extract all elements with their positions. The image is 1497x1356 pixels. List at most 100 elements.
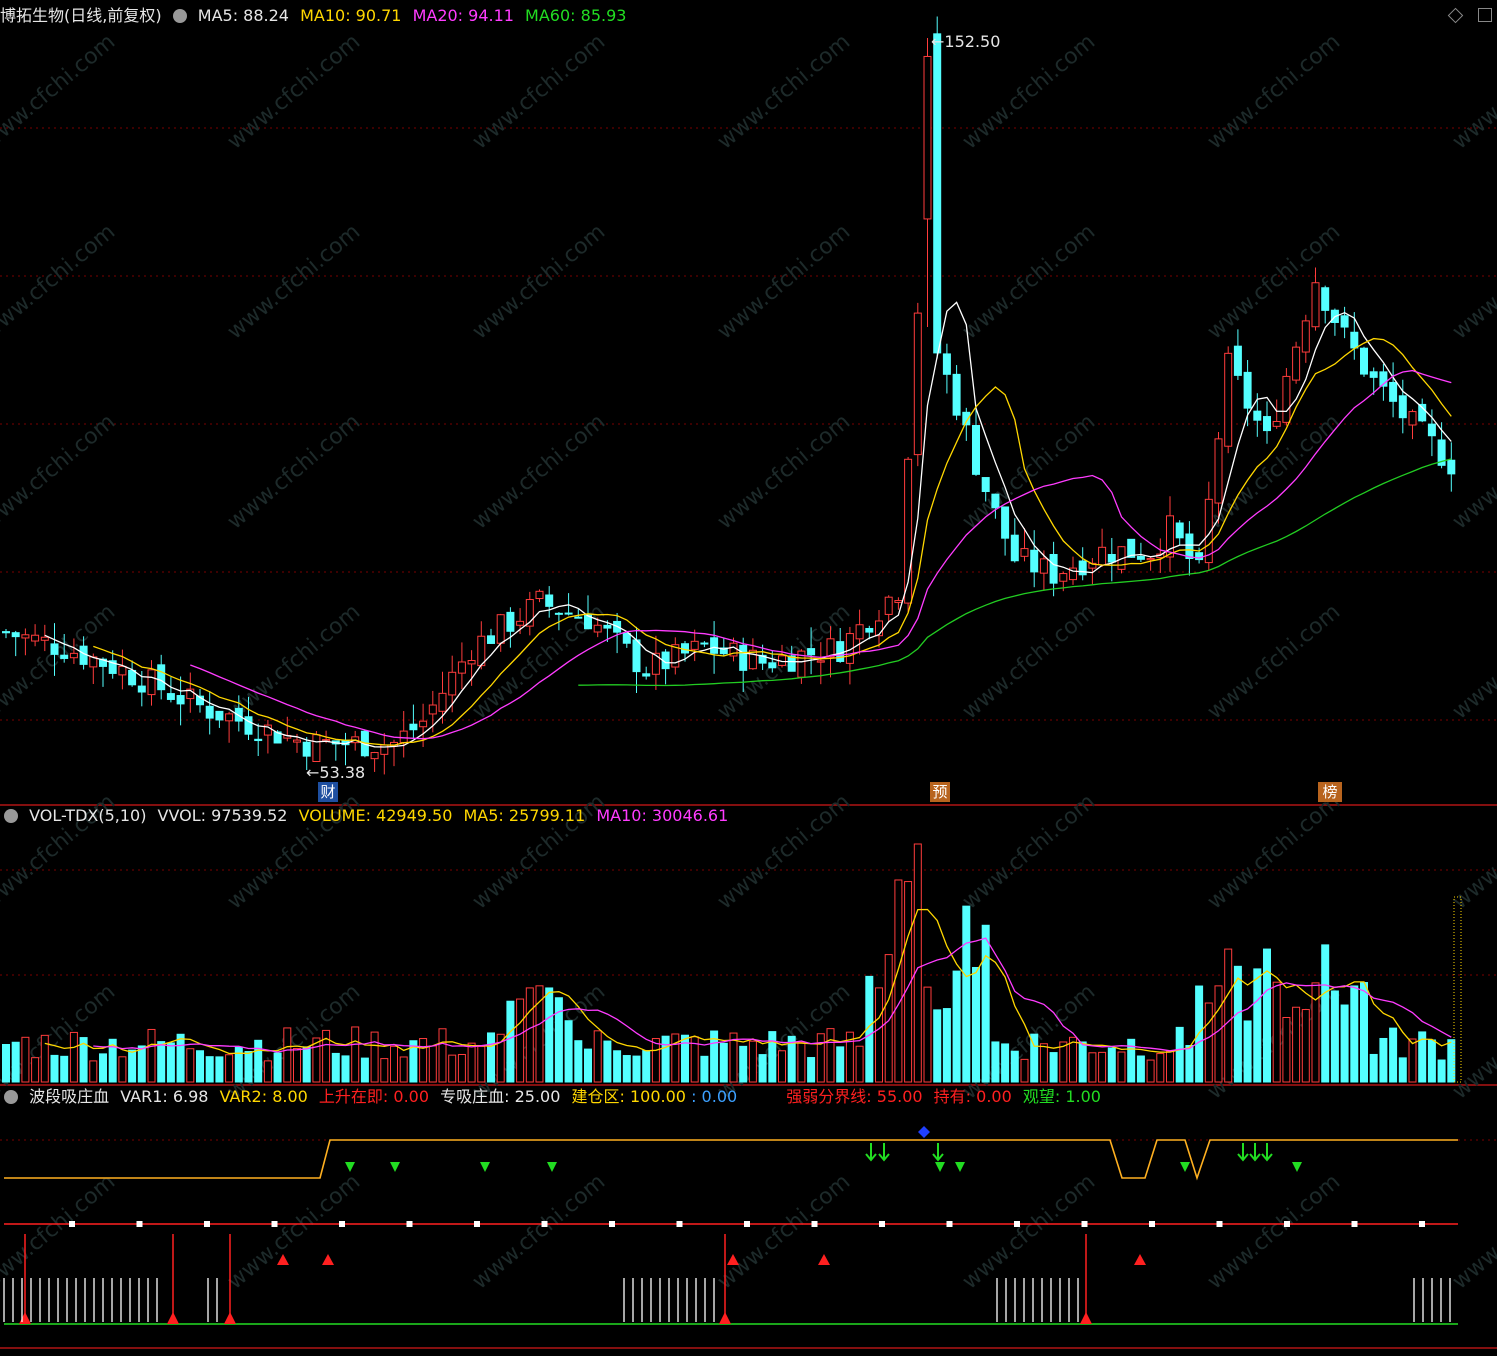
sell-signal-triangle [480, 1162, 490, 1172]
volume-bar-down [1360, 982, 1368, 1083]
volume-bar-down [836, 1046, 845, 1083]
candle-down [603, 624, 612, 629]
candle-up [1311, 282, 1320, 328]
candle-up [1214, 438, 1223, 504]
volume-bar-down [1253, 968, 1262, 1083]
candle-down [942, 353, 951, 375]
volume-bar-down [739, 1045, 748, 1083]
candle-down [137, 685, 146, 693]
billboard-badge[interactable]: 榜 [1318, 782, 1342, 802]
volume-bar-down [545, 987, 554, 1083]
candle-down [1001, 506, 1010, 539]
candle-down [302, 741, 311, 757]
candle-up [884, 596, 893, 615]
volume-bar-down [234, 1046, 243, 1083]
low-price-label: 53.38 [319, 763, 366, 782]
volume-bar-up [399, 1056, 408, 1083]
volume-bar-down [681, 1034, 689, 1083]
candle-down [60, 654, 69, 659]
watermark-text: www.cfchi.com [958, 599, 1100, 724]
stock-chart[interactable]: www.cfchi.com www.cfchi.com www.cfchi.com w… [0, 0, 1497, 1356]
candle-down [1233, 345, 1242, 376]
divide-marker [676, 1221, 683, 1227]
candle-up [1098, 546, 1107, 566]
ma60-legend: MA60: 85.93 [525, 6, 627, 25]
candle-up [40, 636, 49, 641]
divide-marker [879, 1221, 885, 1227]
volume-bar-down [506, 1000, 515, 1083]
rise-signal-arrow [1080, 1312, 1092, 1324]
candle-up [225, 713, 234, 722]
candle-up [438, 692, 447, 712]
volume-bar-down [622, 1055, 631, 1083]
watermark-text: www.cfchi.com [1448, 789, 1497, 914]
watermark-text: www.cfchi.com [0, 29, 120, 154]
volume-bar-down [1330, 990, 1339, 1083]
volume-bar-up [89, 1060, 98, 1083]
volume-bar-up [1166, 1050, 1174, 1083]
candle-up [516, 620, 525, 626]
divide-marker [811, 1221, 818, 1227]
watermark-text: www.cfchi.com [223, 219, 365, 344]
down-arrow-signal [932, 1143, 944, 1162]
candle-up [535, 590, 544, 600]
volume-bar-up [428, 1045, 437, 1083]
volume-bar-down [991, 1041, 1000, 1083]
volume-bar-down [487, 1032, 495, 1083]
volume-bar-up [1098, 1051, 1107, 1083]
candle-down [787, 655, 796, 672]
volume-bar-down [166, 1042, 175, 1083]
volume-bar-up [1069, 1036, 1077, 1083]
candle-down [554, 612, 563, 615]
volume-bar-down [1350, 985, 1359, 1083]
candle-up [21, 634, 30, 639]
candle-down [1185, 533, 1194, 559]
indicator-name: 波段吸庄血 [29, 1087, 110, 1106]
candle-down [1049, 553, 1058, 584]
volume-bar-up [370, 1031, 379, 1083]
candle-down [952, 373, 961, 416]
candle-up [1146, 558, 1155, 561]
volume-bar-up [1146, 1059, 1155, 1083]
dropdown-circle-icon[interactable] [4, 1090, 18, 1104]
ma20-legend: MA20: 94.11 [412, 6, 514, 25]
watermark-text: www.cfchi.com [1203, 29, 1345, 154]
dropdown-circle-icon[interactable] [4, 809, 18, 823]
volume-bar-down [564, 1020, 573, 1083]
volume-bar-down [1369, 1053, 1378, 1083]
volume-bar-up [293, 1048, 301, 1083]
watermark-text: www.cfchi.com [713, 1169, 855, 1294]
candle-down [574, 616, 583, 619]
volume-bar-up [894, 879, 903, 1083]
volume-bar-down [1398, 1057, 1407, 1083]
volume-bar-down [1107, 1047, 1116, 1083]
candle-up [894, 600, 903, 603]
candle-up [147, 669, 156, 696]
candle-down [836, 641, 845, 662]
candle-up [419, 720, 428, 728]
divide-marker [406, 1221, 413, 1227]
candle-down [1360, 347, 1368, 375]
candle-up [1224, 352, 1233, 447]
volume-bar-down [962, 905, 971, 1083]
candle-up [913, 312, 922, 456]
volume-bar-down [719, 1042, 728, 1083]
volume-bar-down [50, 1054, 59, 1083]
volume-bar-up [1282, 1016, 1291, 1083]
window-square-icon[interactable] [1478, 8, 1492, 22]
volume-bar-up [1204, 1002, 1213, 1083]
var2-legend: VAR2: 8.00 [219, 1087, 308, 1106]
dropdown-circle-icon[interactable] [172, 9, 187, 23]
candle-down [768, 662, 777, 669]
divide-marker [609, 1221, 615, 1227]
forecast-badge[interactable]: 预 [930, 782, 950, 802]
volume-bar-down [11, 1041, 20, 1083]
volume-bar-down [972, 966, 980, 1083]
candle-down [972, 425, 980, 475]
volume-bar-down [584, 1048, 592, 1083]
volume-bar-down [128, 1049, 137, 1083]
volume-bar-up [380, 1058, 389, 1083]
finance-badge[interactable]: 财 [318, 782, 338, 802]
watermark-text: www.cfchi.com [1203, 409, 1345, 534]
candle-down [1136, 555, 1145, 560]
